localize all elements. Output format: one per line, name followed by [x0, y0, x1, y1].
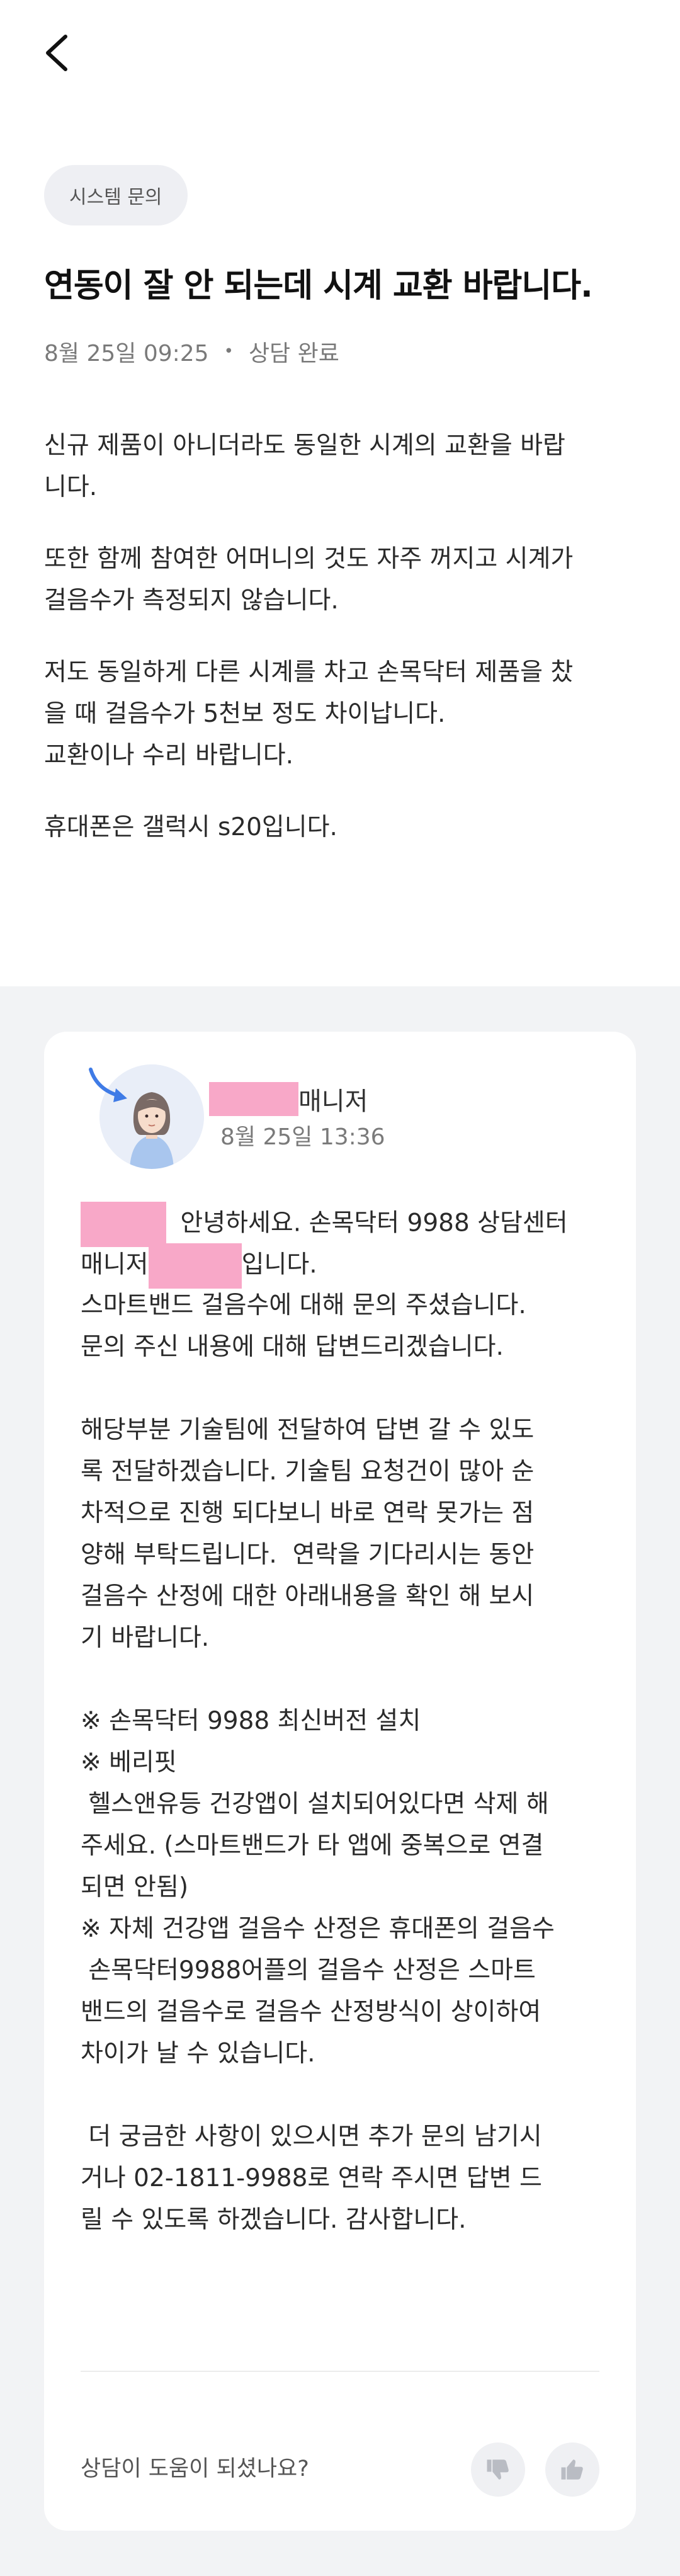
manager-title: 매니저	[298, 1087, 368, 1116]
answer-line: 손목닥터9988어플의 걸음수 산정은 스마트	[81, 1956, 536, 1985]
inquiry-paragraph: 또한 함께 참여한 어머니의 것도 자주 꺼지고 시계가 걸음수가 측정되지 않…	[44, 545, 574, 615]
answer-line: 더 궁금한 사항이 있으시면 추가 문의 남기시	[81, 2123, 542, 2151]
answer-line: ※ 베리핏	[81, 1748, 177, 1777]
answer-line: 문의 주신 내용에 대해 답변드리겠습니다.	[81, 1333, 504, 1361]
inquiry-paragraph: 신규 제품이 아니더라도 동일한 시계의 교환을 바랍 니다.	[44, 431, 565, 501]
manager-name: 매니저	[209, 1081, 368, 1117]
answer-line: 헬스앤유등 건강앱이 설치되어있다면 삭제 해	[81, 1790, 549, 1818]
answer-line: 스마트밴드 걸음수에 대해 문의 주셨습니다.	[81, 1291, 526, 1319]
redacted-name	[81, 1202, 166, 1247]
answer-line: 되면 안됨)	[81, 1873, 189, 1901]
thumbs-up-icon	[561, 2459, 583, 2480]
inquiry-date: 8월 25일 09:25	[44, 341, 209, 367]
thumbs-down-icon	[487, 2459, 509, 2480]
answer-line: 안녕하세요. 손목닥터 9988 상담센터	[81, 1202, 609, 1247]
arrow-icon	[87, 1064, 131, 1108]
inquiry-title: 연동이 잘 안 되는데 시계 교환 바랍니다.	[44, 267, 593, 305]
answer-line: 주세요. (스마트밴드가 타 앱에 중복으로 연결	[81, 1832, 544, 1860]
answer-body: 안녕하세요. 손목닥터 9988 상담센터 매니저 입니다. 스마트밴드 걸음수에…	[81, 1202, 609, 2241]
inquiry-body: 신규 제품이 아니더라도 동일한 시계의 교환을 바랍 니다. 또한 함께 참여…	[44, 425, 636, 879]
answer-line: 기 바랍니다.	[81, 1624, 210, 1652]
inquiry-paragraph: 저도 동일하게 다른 시계를 차고 손목닥터 제품을 찼 을 때 걸음수가 5천…	[44, 658, 574, 770]
answer-line: 밴드의 걸음수로 걸음수 산정방식이 상이하여	[81, 1998, 541, 2026]
answer-line: 해당부분 기술팀에 전달하여 답변 갈 수 있도	[81, 1416, 535, 1444]
category-badge: 시스템 문의	[44, 165, 188, 225]
divider	[81, 2371, 599, 2372]
inquiry-meta: 8월 25일 09:25 • 상담 완료	[44, 334, 339, 369]
answer-line: 릴 수 있도록 하겠습니다. 감사합니다.	[81, 2206, 467, 2234]
feedback-question: 상담이 도움이 되셨나요?	[81, 2456, 309, 2482]
redacted-name	[148, 1243, 242, 1289]
answer-line: 매니저 입니다.	[81, 1243, 609, 1289]
thumbs-up-button[interactable]	[545, 2442, 599, 2497]
answer-date: 8월 25일 13:36	[220, 1124, 385, 1150]
back-button[interactable]	[37, 26, 74, 79]
answer-line: 차이가 날 수 있습니다.	[81, 2039, 315, 2068]
status-badge: 상담 완료	[248, 341, 339, 367]
answer-line: ※ 손목닥터 9988 최신버전 설치	[81, 1707, 421, 1735]
category-label: 시스템 문의	[69, 186, 162, 208]
answer-line: 양해 부탁드립니다. 연락을 기다리시는 동안	[81, 1541, 535, 1569]
chevron-left-icon	[46, 35, 67, 71]
answer-line: 록 전달하겠습니다. 기술팀 요청건이 많아 순	[81, 1457, 535, 1486]
separator-dot: •	[224, 342, 234, 361]
answer-card: 매니저 8월 25일 13:36 안녕하세요. 손목닥터 9988 상담센터 매…	[44, 1032, 636, 2531]
answer-line: ※ 자체 건강앱 걸음수 산정은 휴대폰의 걸음수	[81, 1915, 555, 1943]
answer-line: 거나 02-1811-9988로 연락 주시면 답변 드	[81, 2164, 542, 2192]
answer-line: 걸음수 산정에 대한 아래내용을 확인 해 보시	[81, 1582, 535, 1610]
thumbs-down-button[interactable]	[471, 2442, 525, 2497]
inquiry-paragraph: 휴대폰은 갤럭시 s20입니다.	[44, 813, 337, 841]
redacted-name	[209, 1082, 298, 1116]
answer-line: 차적으로 진행 되다보니 바로 연락 못가는 점	[81, 1499, 535, 1527]
top-bar	[0, 0, 680, 107]
